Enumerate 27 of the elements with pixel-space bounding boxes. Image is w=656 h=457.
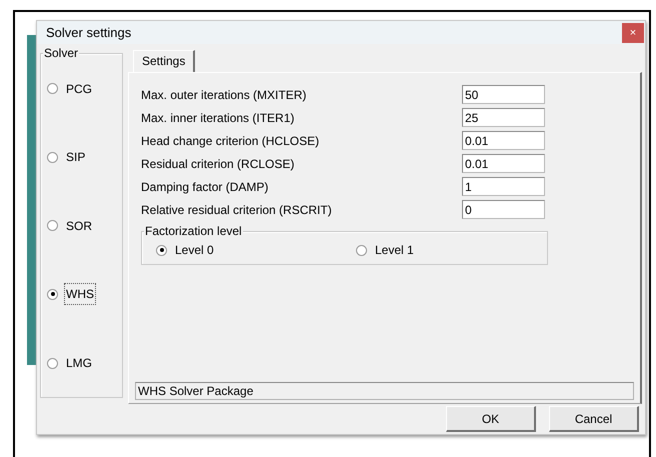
radio-option[interactable]: Level 0 (156, 241, 356, 260)
field-label: Max. outer iterations (MXITER) (141, 86, 306, 104)
input-field[interactable]: 50 (462, 85, 545, 104)
input-field[interactable]: 1 (462, 177, 545, 196)
radio-option[interactable]: PCG (47, 80, 122, 98)
group-title: Solver (43, 46, 80, 60)
window-title: Solver settings (46, 24, 132, 42)
radio-option[interactable]: Level 1 (356, 241, 414, 260)
close-button[interactable]: × (622, 22, 644, 43)
group-title: Factorization level (144, 224, 243, 238)
field-label: Head change criterion (HCLOSE) (141, 132, 320, 150)
input-field[interactable]: 0.01 (462, 154, 545, 174)
status-bar: WHS Solver Package (135, 382, 634, 400)
input-field[interactable]: 0 (462, 200, 545, 220)
cancel-button[interactable]: Cancel (549, 406, 639, 432)
radio-option[interactable]: LMG (47, 354, 122, 372)
radio-option[interactable]: SIP (47, 148, 122, 166)
radio-option[interactable]: WHS (47, 285, 122, 304)
field-label: Relative residual criterion (RSCRIT) (141, 202, 332, 219)
input-field[interactable]: 25 (462, 108, 545, 128)
settings-tab[interactable]: Settings (133, 50, 196, 72)
ok-button[interactable]: OK (446, 406, 536, 432)
input-field[interactable]: 0.01 (462, 131, 545, 150)
field-label: Max. inner iterations (ITER1) (141, 110, 294, 127)
field-label: Residual criterion (RCLOSE) (141, 156, 294, 173)
field-label: Damping factor (DAMP) (141, 178, 268, 196)
radio-option[interactable]: SOR (47, 216, 122, 235)
